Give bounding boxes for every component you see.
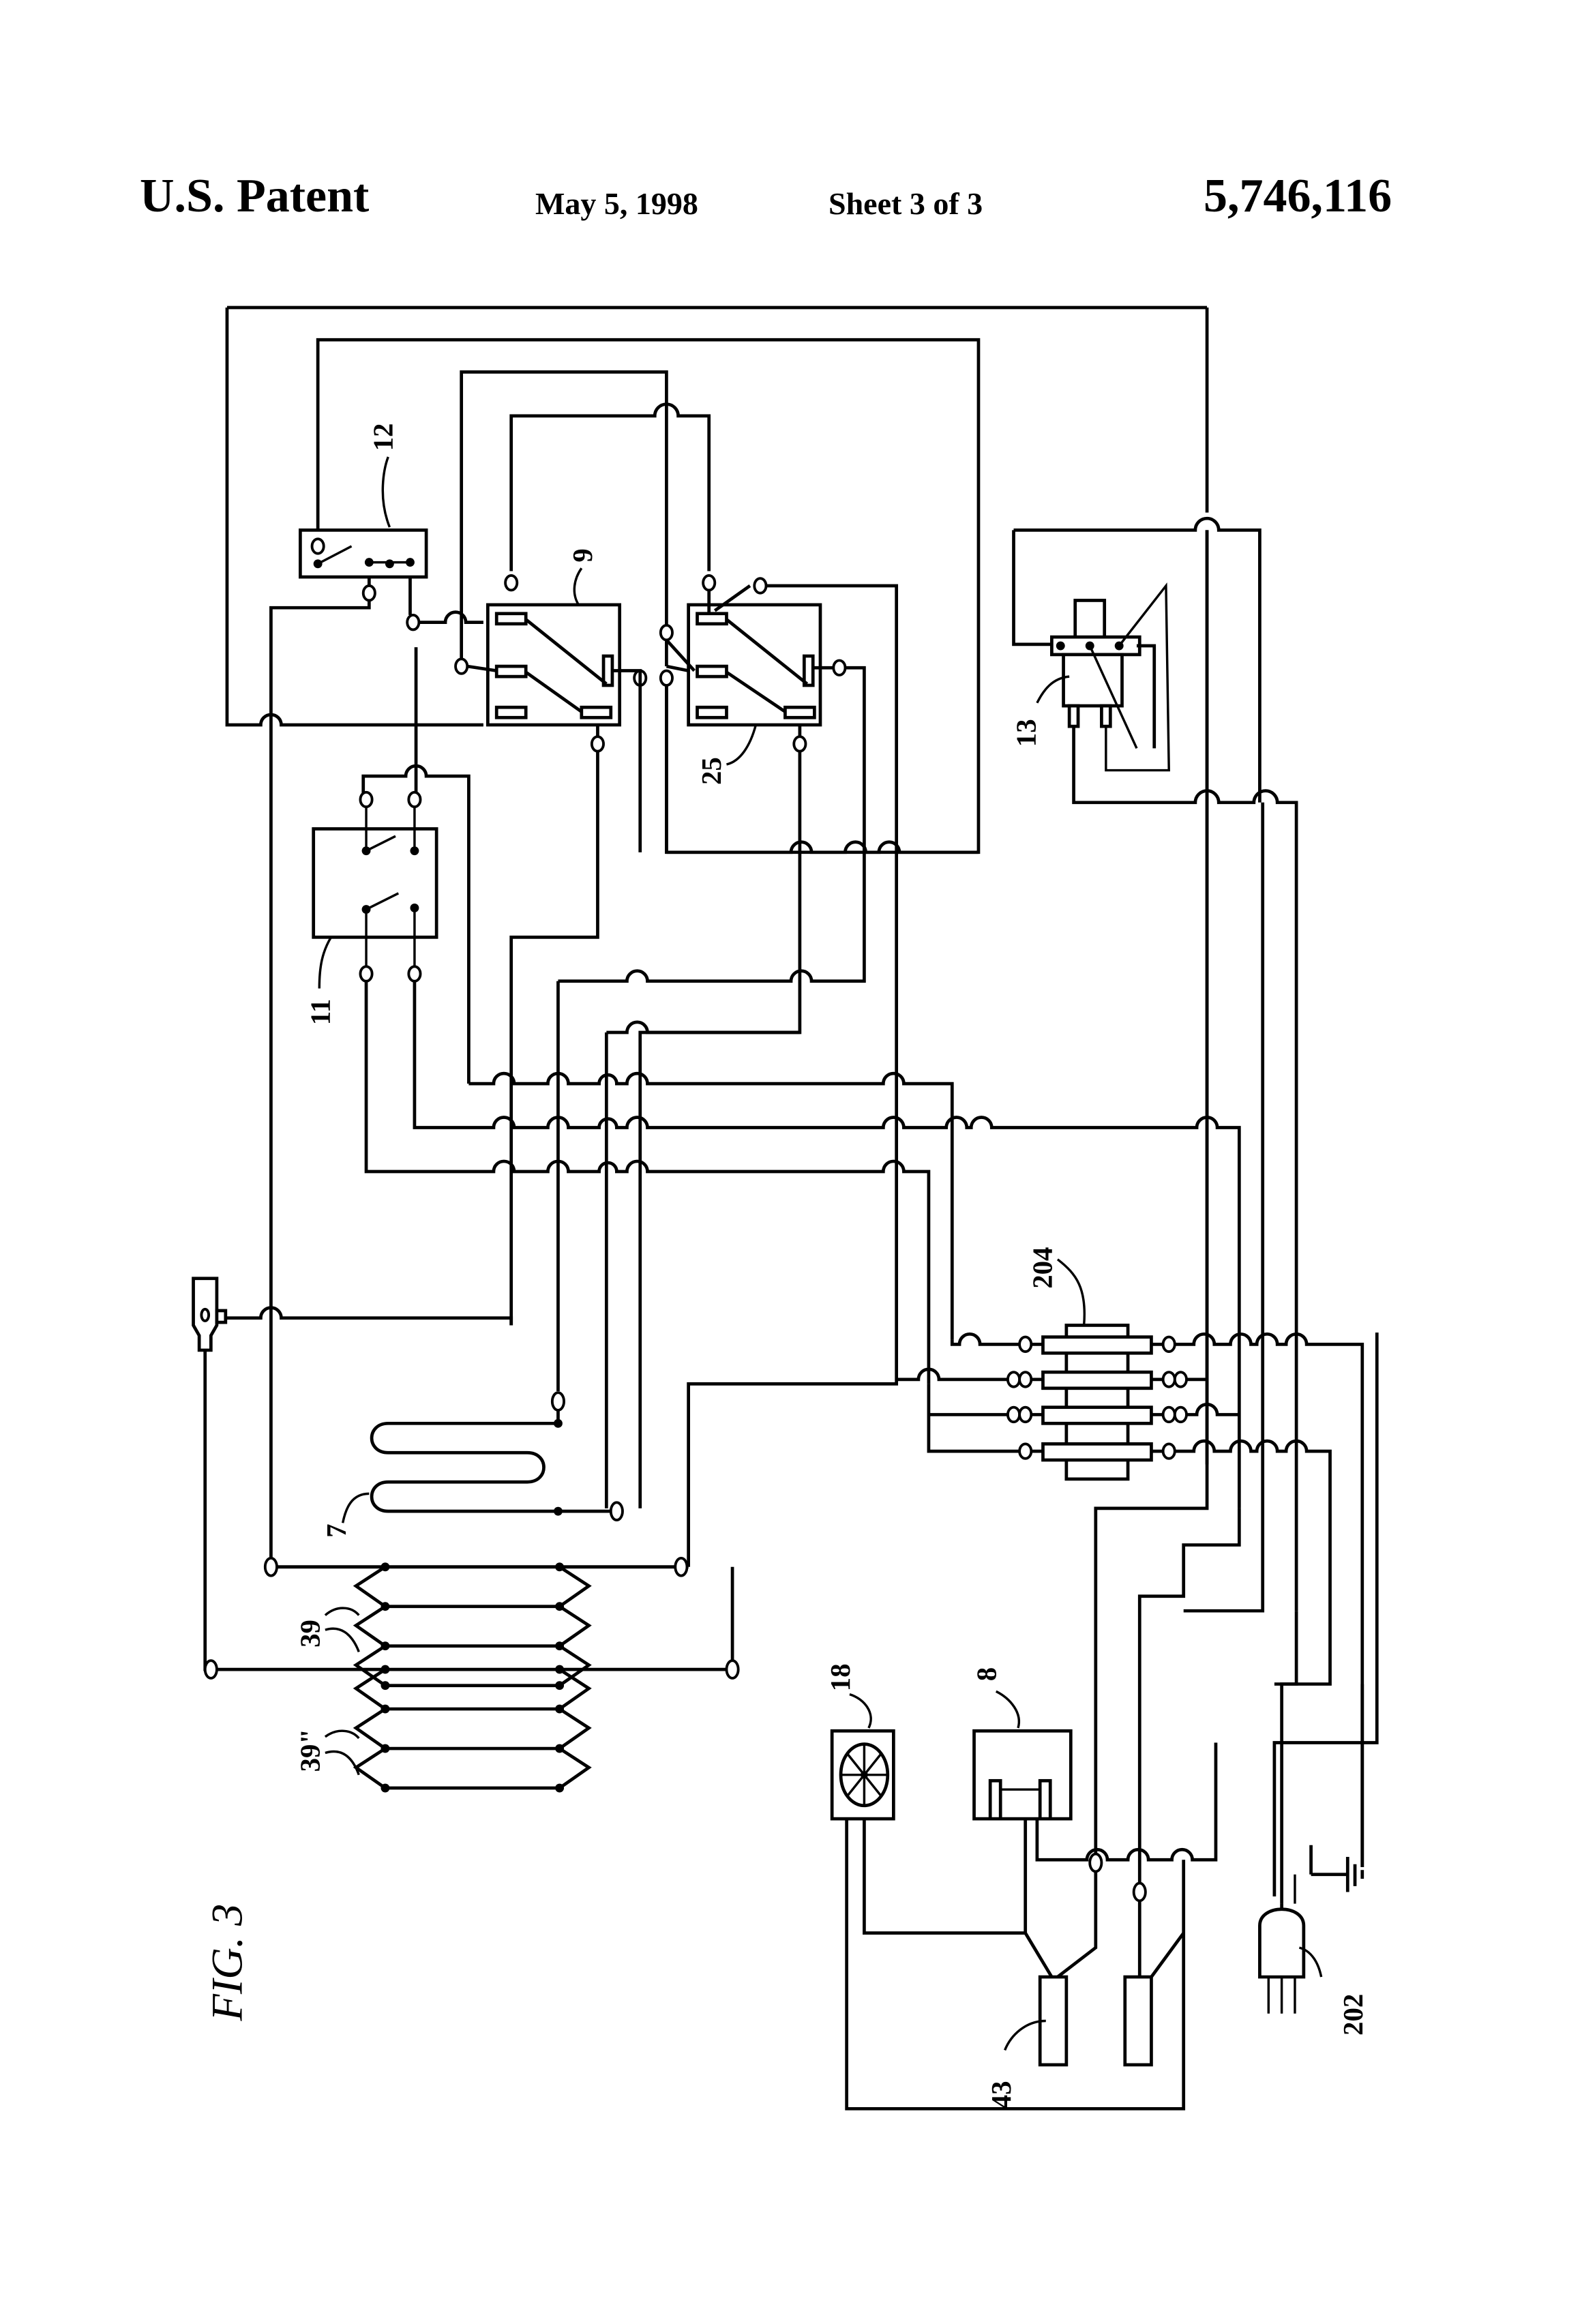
- label-7: 7: [321, 1523, 352, 1537]
- double-switch-11: 11: [305, 647, 471, 1084]
- label-202: 202: [1338, 1994, 1369, 2036]
- label-39-double-prime: 39": [295, 1729, 325, 1772]
- label-11: 11: [305, 999, 335, 1026]
- label-43: 43: [986, 2081, 1017, 2109]
- label-8: 8: [972, 1667, 1002, 1681]
- wire-right-verticals: [1094, 530, 1298, 1890]
- wire-bus-3: [364, 981, 931, 1384]
- terminal-block-204: 204: [896, 1247, 1364, 1904]
- heater-coils-39-double-prime: 39": [203, 1659, 740, 1793]
- label-39: 39: [295, 1620, 325, 1648]
- wiring-schematic: 12 9 25 13 11 7 39 39" 204 18 8 43 202 F…: [192, 306, 1379, 2111]
- sensor-43: 43: [986, 1852, 1185, 2109]
- compressor-8: 8: [972, 1667, 1218, 1933]
- label-18: 18: [825, 1664, 856, 1692]
- label-13: 13: [1011, 719, 1042, 747]
- relay-25: 25: [638, 574, 899, 1508]
- thermostat-switch-12: 12: [269, 423, 483, 725]
- label-25: 25: [696, 757, 727, 785]
- heater-7: 7: [321, 1391, 624, 1538]
- temperature-probe: [192, 1277, 734, 1671]
- label-204: 204: [1027, 1247, 1058, 1289]
- label-9: 9: [567, 548, 598, 562]
- label-12: 12: [368, 423, 399, 451]
- relay-9: 9: [454, 548, 648, 1326]
- figure-caption: FIG. 3: [203, 1904, 251, 2022]
- wire-bus-1: [468, 1071, 954, 1340]
